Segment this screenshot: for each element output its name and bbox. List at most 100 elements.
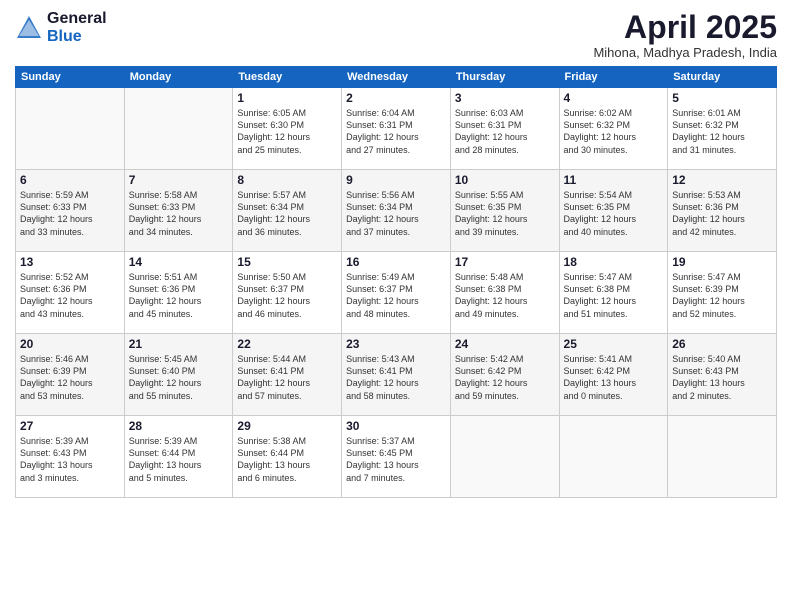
table-row: 18 Sunrise: 5:47 AMSunset: 6:38 PMDayligh… [559,252,668,334]
table-row: 21 Sunrise: 5:45 AMSunset: 6:40 PMDayligh… [124,334,233,416]
day-detail: Sunrise: 6:04 AMSunset: 6:31 PMDaylight:… [346,107,446,156]
table-row: 30Sunrise: 5:37 AMSunset: 6:45 PMDayligh… [342,416,451,498]
table-row [450,416,559,498]
day-number: 15 [237,255,337,269]
day-number: 16 [346,255,446,269]
day-detail: Sunrise: 5:39 AMSunset: 6:44 PMDaylight:… [129,435,229,484]
day-number: 23 [346,337,446,351]
table-row: 22 Sunrise: 5:44 AMSunset: 6:41 PMDayligh… [233,334,342,416]
header-friday: Friday [559,67,668,88]
day-number: 26 [672,337,772,351]
day-detail: Sunrise: 6:02 AMSunset: 6:32 PMDaylight:… [564,107,664,156]
day-number: 7 [129,173,229,187]
page: General Blue April 2025 Mihona, Madhya P… [0,0,792,612]
table-row: 15 Sunrise: 5:50 AMSunset: 6:37 PMDayligh… [233,252,342,334]
day-number: 12 [672,173,772,187]
day-detail: Sunrise: 5:52 AMSunset: 6:36 PMDaylight:… [20,271,120,320]
day-number: 27 [20,419,120,433]
day-number: 18 [564,255,664,269]
day-number: 17 [455,255,555,269]
location: Mihona, Madhya Pradesh, India [593,45,777,60]
day-detail: Sunrise: 6:01 AMSunset: 6:32 PMDaylight:… [672,107,772,156]
table-row: 12 Sunrise: 5:53 AMSunset: 6:36 PMDayligh… [668,170,777,252]
table-row: 11 Sunrise: 5:54 AMSunset: 6:35 PMDayligh… [559,170,668,252]
header-wednesday: Wednesday [342,67,451,88]
day-detail: Sunrise: 5:42 AMSunset: 6:42 PMDaylight:… [455,353,555,402]
day-detail: Sunrise: 5:45 AMSunset: 6:40 PMDaylight:… [129,353,229,402]
logo-general: General [47,10,107,28]
calendar-week-row: 20 Sunrise: 5:46 AMSunset: 6:39 PMDayligh… [16,334,777,416]
day-number: 20 [20,337,120,351]
header-sunday: Sunday [16,67,125,88]
table-row: 25Sunrise: 5:41 AMSunset: 6:42 PMDayligh… [559,334,668,416]
logo: General Blue [15,10,107,45]
table-row: 1Sunrise: 6:05 AMSunset: 6:30 PMDaylight… [233,88,342,170]
table-row: 4 Sunrise: 6:02 AMSunset: 6:32 PMDaylight… [559,88,668,170]
day-number: 25 [564,337,664,351]
table-row: 26 Sunrise: 5:40 AMSunset: 6:43 PMDayligh… [668,334,777,416]
table-row: 10Sunrise: 5:55 AMSunset: 6:35 PMDayligh… [450,170,559,252]
day-number: 22 [237,337,337,351]
day-number: 5 [672,91,772,105]
day-number: 21 [129,337,229,351]
table-row: 19Sunrise: 5:47 AMSunset: 6:39 PMDayligh… [668,252,777,334]
table-row: 17 Sunrise: 5:48 AMSunset: 6:38 PMDayligh… [450,252,559,334]
day-detail: Sunrise: 5:48 AMSunset: 6:38 PMDaylight:… [455,271,555,320]
day-detail: Sunrise: 5:55 AMSunset: 6:35 PMDaylight:… [455,189,555,238]
table-row [124,88,233,170]
day-number: 3 [455,91,555,105]
day-detail: Sunrise: 5:44 AMSunset: 6:41 PMDaylight:… [237,353,337,402]
header-thursday: Thursday [450,67,559,88]
table-row: 24 Sunrise: 5:42 AMSunset: 6:42 PMDayligh… [450,334,559,416]
table-row: 13 Sunrise: 5:52 AMSunset: 6:36 PMDayligh… [16,252,125,334]
day-number: 13 [20,255,120,269]
day-number: 8 [237,173,337,187]
logo-blue: Blue [47,28,107,46]
calendar-week-row: 13 Sunrise: 5:52 AMSunset: 6:36 PMDayligh… [16,252,777,334]
calendar-table: Sunday Monday Tuesday Wednesday Thursday… [15,66,777,498]
calendar-week-row: 27Sunrise: 5:39 AMSunset: 6:43 PMDayligh… [16,416,777,498]
day-number: 9 [346,173,446,187]
header-monday: Monday [124,67,233,88]
day-detail: Sunrise: 5:50 AMSunset: 6:37 PMDaylight:… [237,271,337,320]
calendar-week-row: 6 Sunrise: 5:59 AMSunset: 6:33 PMDaylight… [16,170,777,252]
table-row: 28 Sunrise: 5:39 AMSunset: 6:44 PMDayligh… [124,416,233,498]
day-detail: Sunrise: 5:53 AMSunset: 6:36 PMDaylight:… [672,189,772,238]
day-number: 30 [346,419,446,433]
day-number: 28 [129,419,229,433]
title-block: April 2025 Mihona, Madhya Pradesh, India [593,10,777,60]
table-row: 7Sunrise: 5:58 AMSunset: 6:33 PMDaylight… [124,170,233,252]
header-tuesday: Tuesday [233,67,342,88]
table-row: 6 Sunrise: 5:59 AMSunset: 6:33 PMDaylight… [16,170,125,252]
table-row: 14 Sunrise: 5:51 AMSunset: 6:36 PMDayligh… [124,252,233,334]
day-detail: Sunrise: 5:43 AMSunset: 6:41 PMDaylight:… [346,353,446,402]
day-detail: Sunrise: 5:46 AMSunset: 6:39 PMDaylight:… [20,353,120,402]
day-number: 11 [564,173,664,187]
calendar-week-row: 1Sunrise: 6:05 AMSunset: 6:30 PMDaylight… [16,88,777,170]
day-number: 14 [129,255,229,269]
day-number: 1 [237,91,337,105]
logo-text: General Blue [47,10,107,45]
day-detail: Sunrise: 5:49 AMSunset: 6:37 PMDaylight:… [346,271,446,320]
day-detail: Sunrise: 5:40 AMSunset: 6:43 PMDaylight:… [672,353,772,402]
header: General Blue April 2025 Mihona, Madhya P… [15,10,777,60]
logo-icon [15,14,43,42]
day-detail: Sunrise: 5:51 AMSunset: 6:36 PMDaylight:… [129,271,229,320]
table-row: 29Sunrise: 5:38 AMSunset: 6:44 PMDayligh… [233,416,342,498]
day-number: 2 [346,91,446,105]
calendar-header-row: Sunday Monday Tuesday Wednesday Thursday… [16,67,777,88]
day-number: 19 [672,255,772,269]
day-detail: Sunrise: 5:59 AMSunset: 6:33 PMDaylight:… [20,189,120,238]
day-detail: Sunrise: 5:54 AMSunset: 6:35 PMDaylight:… [564,189,664,238]
day-number: 24 [455,337,555,351]
table-row: 9 Sunrise: 5:56 AMSunset: 6:34 PMDaylight… [342,170,451,252]
table-row: 3 Sunrise: 6:03 AMSunset: 6:31 PMDaylight… [450,88,559,170]
table-row: 20 Sunrise: 5:46 AMSunset: 6:39 PMDayligh… [16,334,125,416]
day-detail: Sunrise: 5:38 AMSunset: 6:44 PMDaylight:… [237,435,337,484]
day-detail: Sunrise: 5:56 AMSunset: 6:34 PMDaylight:… [346,189,446,238]
day-number: 4 [564,91,664,105]
day-detail: Sunrise: 6:03 AMSunset: 6:31 PMDaylight:… [455,107,555,156]
day-detail: Sunrise: 5:47 AMSunset: 6:38 PMDaylight:… [564,271,664,320]
table-row [559,416,668,498]
day-number: 6 [20,173,120,187]
